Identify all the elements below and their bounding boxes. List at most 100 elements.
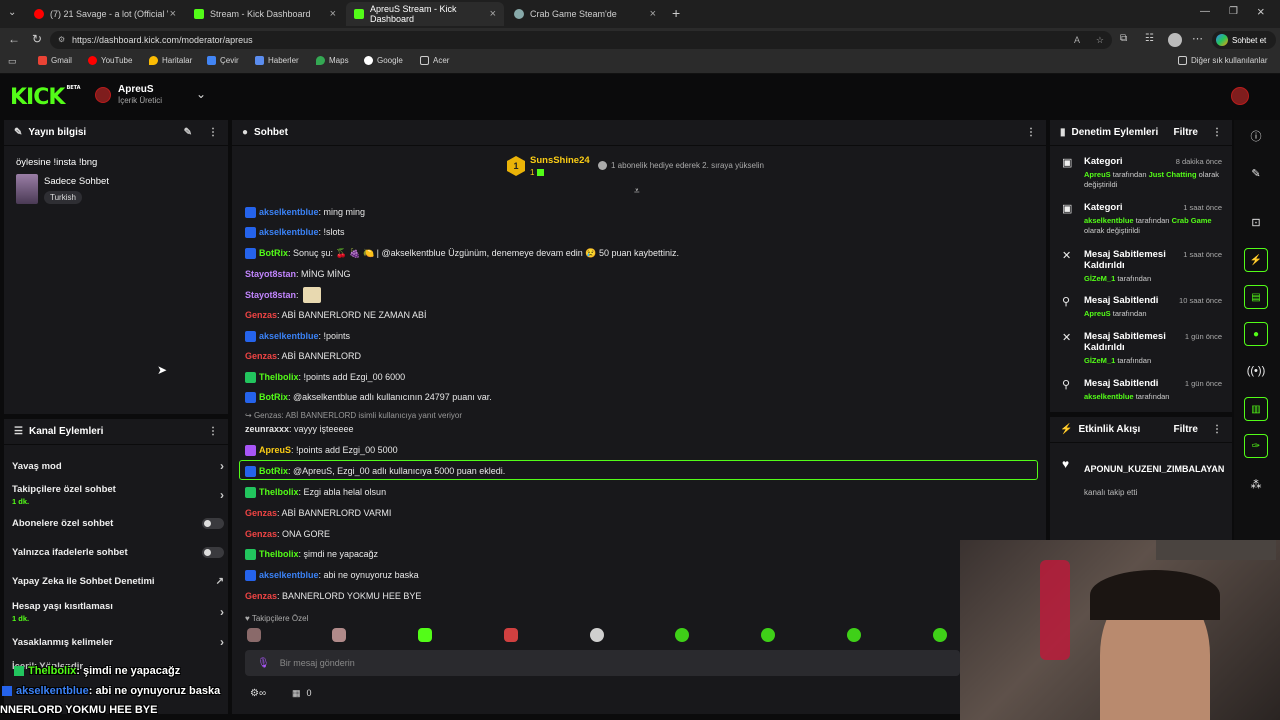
chat-username[interactable]: Genzas	[245, 351, 277, 361]
chat-message[interactable]: zeunraxxx: vayyy işteeeee	[245, 422, 354, 436]
moderation-log-user[interactable]: GİZeM_1	[1084, 356, 1115, 365]
setting-slow-mode[interactable]: Yavaş mod ›	[12, 459, 224, 473]
chat-username[interactable]: BotRix	[259, 466, 288, 476]
expand-icon[interactable]: ⩡	[634, 186, 640, 197]
moderation-log-item[interactable]: ⚲ Mesaj Sabitlendi 10 saat önce ApreuS tara…	[1060, 295, 1222, 319]
close-tab-icon[interactable]: ×	[490, 8, 496, 20]
maximize-icon[interactable]: ❐	[1229, 6, 1238, 17]
layout-button[interactable]: ▥	[1236, 394, 1276, 424]
toggle-switch[interactable]	[202, 518, 224, 529]
language-tag[interactable]: Turkish	[44, 191, 82, 204]
chat-username[interactable]: Genzas	[245, 529, 277, 539]
bookmark-google[interactable]: Google	[364, 56, 403, 65]
close-tab-icon[interactable]: ×	[650, 8, 656, 20]
emote[interactable]	[761, 628, 775, 642]
moderation-log-item[interactable]: ▣ Kategori 8 dakika önce ApreuS tarafından …	[1060, 156, 1222, 190]
chat-username[interactable]: ApreuS	[259, 445, 291, 455]
chat-message[interactable]: Genzas: ABİ BANNERLORD NE ZAMAN ABİ	[245, 308, 427, 322]
other-bookmarks[interactable]: Diğer sık kullanılanlar	[1178, 56, 1267, 65]
setting-banned-words[interactable]: Yasaklanmış kelimeler ›	[12, 635, 224, 649]
more-options-icon[interactable]: ⋮	[208, 127, 218, 138]
copilot-button[interactable]: Sohbet et	[1212, 31, 1276, 49]
emote[interactable]	[332, 628, 346, 642]
emote[interactable]	[247, 628, 261, 642]
chat-settings-icon[interactable]: ⚙∞	[250, 688, 266, 699]
read-aloud-icon[interactable]: A	[1074, 31, 1080, 49]
emote[interactable]	[590, 628, 604, 642]
chat-message[interactable]: akselkentblue: !points	[245, 329, 350, 343]
site-info-icon[interactable]: ⚙	[58, 31, 65, 49]
favorite-star-icon[interactable]: ☆	[1096, 31, 1104, 49]
moderation-log-user[interactable]: GİZeM_1	[1084, 274, 1115, 283]
chat-username[interactable]: Stayot8stan	[245, 290, 296, 300]
moderation-log-user[interactable]: akselkentblue	[1084, 392, 1134, 401]
points-counter[interactable]: ▦ 0	[292, 688, 312, 699]
chevron-down-icon[interactable]: ⌄	[196, 87, 206, 101]
moderation-log-item[interactable]: ▣ Kategori 1 saat önce akselkentblue tarafı…	[1060, 202, 1222, 236]
activity-user[interactable]: APONUN_KUZENI_ZIMBALAYAN	[1084, 464, 1224, 474]
camera-icon[interactable]: ⊡	[1236, 207, 1276, 237]
moderation-log-item[interactable]: ✕ Mesaj Sabitlemesi Kaldırıldı 1 gün önce G…	[1060, 331, 1222, 366]
chat-message[interactable]: Genzas: ONA GORE	[245, 527, 330, 541]
filter-button[interactable]: Filtre	[1174, 424, 1198, 435]
moderation-log-item[interactable]: ✕ Mesaj Sabitlemesi Kaldırıldı 1 saat önce…	[1060, 249, 1222, 284]
edit-pencil-icon[interactable]: ✎	[184, 127, 192, 138]
chat-username[interactable]: Thelbolix	[259, 487, 299, 497]
chat-username[interactable]: akselkentblue	[259, 331, 319, 341]
emote[interactable]	[418, 628, 432, 642]
toggle-switch[interactable]	[202, 547, 224, 558]
more-options-icon[interactable]: ⋮	[1212, 424, 1222, 435]
extensions-icon[interactable]: ⧉	[1120, 33, 1127, 44]
chat-message[interactable]: Thelbolix: şimdi ne yapacağz	[245, 547, 378, 561]
setting-emote-only[interactable]: Yalnızca ifadelerle sohbet	[12, 547, 224, 558]
more-icon[interactable]: ⋯	[1192, 32, 1203, 45]
chat-message[interactable]: Genzas: ABİ BANNERLORD	[245, 349, 361, 363]
close-tab-icon[interactable]: ×	[170, 8, 176, 20]
tab-list-icon[interactable]: ⌄	[8, 7, 16, 18]
url-field[interactable]: ⚙ https://dashboard.kick.com/moderator/a…	[50, 31, 1112, 49]
tab-actions-icon[interactable]: ▭	[8, 56, 17, 67]
close-tab-icon[interactable]: ×	[330, 8, 336, 20]
chat-message[interactable]: akselkentblue: abi ne oynuyoruz baska	[245, 568, 419, 582]
moderation-log-user[interactable]: ApreuS	[1084, 170, 1111, 179]
emote[interactable]	[504, 628, 518, 642]
quick-actions-button[interactable]: ⚡	[1236, 245, 1276, 275]
profile-avatar[interactable]	[1168, 33, 1182, 47]
chat-username[interactable]: Stayot8stan	[245, 269, 296, 279]
chat-message[interactable]: Thelbolix: !points add Ezgi_00 6000	[245, 370, 405, 384]
moderation-log-item[interactable]: ⚲ Mesaj Sabitlendi 1 gün önce akselkentblue…	[1060, 378, 1222, 402]
chat-username[interactable]: akselkentblue	[259, 207, 319, 217]
tab-apreus-dashboard[interactable]: ApreuS Stream - Kick Dashboard ×	[346, 2, 504, 26]
chat-input[interactable]: 🎙 Bir mesaj gönderin	[245, 650, 960, 676]
chat-message[interactable]: ApreuS: !points add Ezgi_00 5000	[245, 443, 398, 457]
edit-icon[interactable]: ✎	[1236, 158, 1276, 188]
filter-button[interactable]: Filtre	[1174, 127, 1198, 138]
apps-icon[interactable]: ⁂	[1236, 469, 1276, 499]
chat-message[interactable]: Thelbolix: Ezgi abla helal olsun	[245, 485, 386, 499]
chat-message[interactable]: akselkentblue: ming ming	[245, 205, 365, 219]
chat-username[interactable]: Genzas	[245, 591, 277, 601]
chat-username[interactable]: Thelbolix	[259, 549, 299, 559]
bookmark-acer[interactable]: Acer	[420, 56, 449, 65]
chat-username[interactable]: Genzas	[245, 508, 277, 518]
chat-username[interactable]: BotRix	[259, 248, 288, 258]
setting-ai-moderation[interactable]: Yapay Zeka ile Sohbet Denetimi ↗	[12, 576, 224, 587]
channel-switcher[interactable]: ApreuS İçerik Üretici	[118, 84, 162, 105]
chat-username[interactable]: Thelbolix	[259, 372, 299, 382]
chat-username[interactable]: akselkentblue	[259, 227, 319, 237]
tab-stream-dashboard[interactable]: Stream - Kick Dashboard ×	[186, 2, 344, 26]
chat-message[interactable]: BotRix: @ApreuS, Ezgi_00 adlı kullanıcıy…	[245, 464, 505, 478]
chat-username[interactable]: akselkentblue	[259, 570, 319, 580]
emote[interactable]	[933, 628, 947, 642]
info-icon[interactable]: ⓘ	[1236, 121, 1276, 151]
top-gifter-name[interactable]: SunsShine24	[530, 155, 590, 166]
favorites-icon[interactable]: ☷	[1145, 33, 1154, 44]
bookmark-gmail[interactable]: Gmail	[38, 56, 72, 65]
bookmark-haberler[interactable]: Haberler	[255, 56, 299, 65]
more-options-icon[interactable]: ⋮	[208, 426, 218, 437]
new-tab-icon[interactable]: +	[672, 5, 680, 21]
back-icon[interactable]: ←	[8, 32, 20, 46]
bookmark-cevir[interactable]: Çevir	[207, 56, 239, 65]
minimize-icon[interactable]: —	[1200, 6, 1210, 17]
emote[interactable]	[675, 628, 689, 642]
